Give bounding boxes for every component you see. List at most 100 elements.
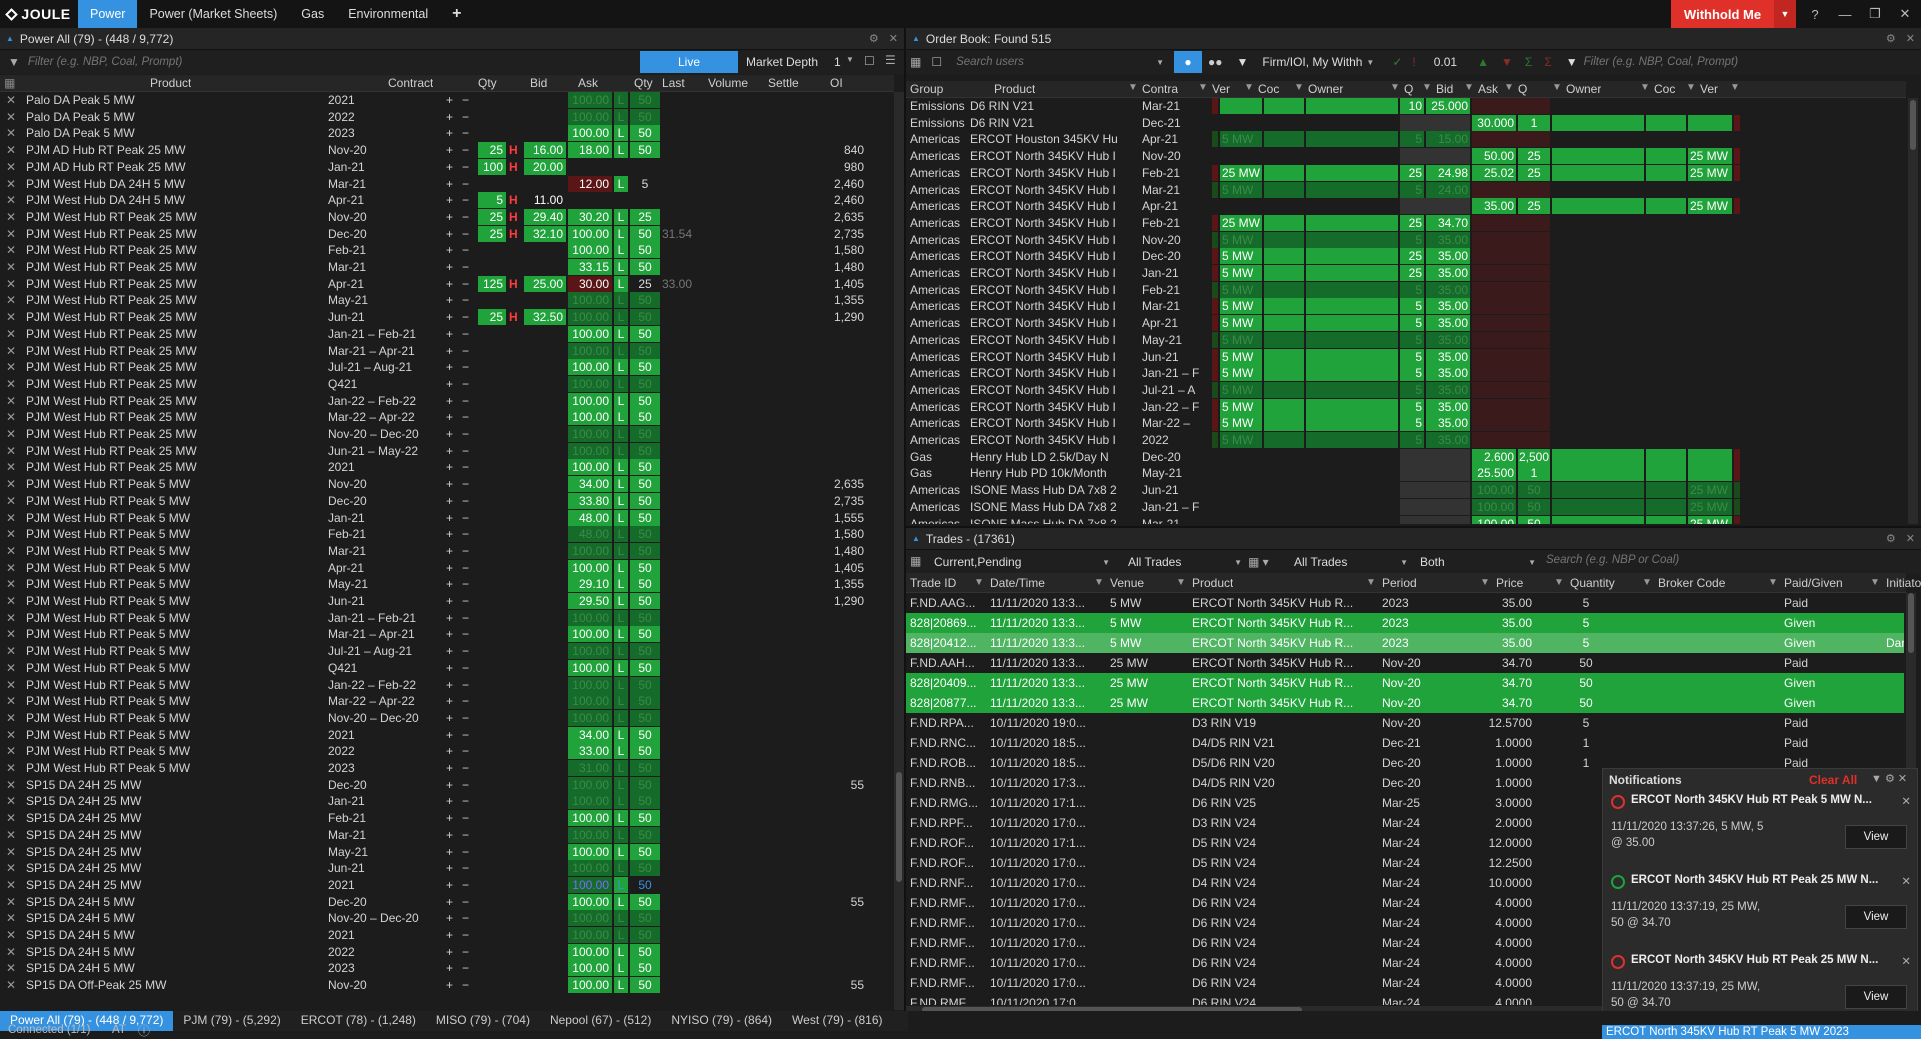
bid-cell[interactable] xyxy=(524,727,566,743)
bid-qty-cell[interactable] xyxy=(478,610,506,626)
plus-icon[interactable]: + xyxy=(446,593,453,609)
bid-qty-cell[interactable] xyxy=(478,877,506,893)
ob-header-q[interactable]: Q xyxy=(1518,82,1527,96)
bid-qty-cell[interactable] xyxy=(478,777,506,793)
close-icon[interactable]: ✕ xyxy=(1898,773,1907,785)
order-row[interactable]: Americas ERCOT North 345KV Hub I Jul-21 – … xyxy=(906,381,1906,399)
ask-price-cell[interactable]: 100.00 xyxy=(1472,498,1516,515)
group-icon[interactable]: ●● xyxy=(1208,55,1223,69)
ask-qty-cell[interactable]: 50 xyxy=(630,776,660,793)
close-window-icon[interactable]: ✕ xyxy=(1890,0,1920,28)
bid-qty-cell[interactable] xyxy=(478,109,506,125)
clear-all-button[interactable]: Clear All xyxy=(1809,773,1857,787)
bid-cell[interactable] xyxy=(524,777,566,793)
minus-icon[interactable]: − xyxy=(462,176,469,192)
trades-search-input[interactable] xyxy=(1546,554,1846,566)
remove-row-icon[interactable]: ✕ xyxy=(6,459,18,475)
bid-price-cell[interactable]: 35.00 xyxy=(1426,248,1470,265)
ask-qty-cell[interactable]: 50 xyxy=(630,542,660,559)
ask-qty-cell[interactable]: 50 xyxy=(630,342,660,359)
bid-qty-cell[interactable] xyxy=(478,560,506,576)
ask-qty-cell[interactable]: 50 xyxy=(630,392,660,409)
bid-price-cell[interactable]: 35.00 xyxy=(1426,415,1470,432)
withhold-dropdown-icon[interactable]: ▼ xyxy=(1774,0,1796,28)
plus-icon[interactable]: + xyxy=(446,92,453,108)
ask-cell[interactable]: 34.00 xyxy=(568,476,612,493)
grid-icon[interactable]: ▦ xyxy=(910,55,921,69)
bid-cell[interactable] xyxy=(524,543,566,559)
bid-qty-cell[interactable] xyxy=(478,393,506,409)
filter-input[interactable] xyxy=(27,56,628,68)
plus-icon[interactable]: + xyxy=(446,576,453,592)
ask-cell[interactable]: 100.00 xyxy=(568,860,612,877)
bid-cell[interactable] xyxy=(524,610,566,626)
ask-cell[interactable]: 100.00 xyxy=(568,960,612,977)
plus-icon[interactable]: + xyxy=(446,643,453,659)
table-row[interactable]: ✕ SP15 DA 24H 5 MW Dec-20 + − 100.00 L 50 55 xyxy=(0,893,894,911)
ask-cell[interactable]: 100.00 xyxy=(568,342,612,359)
remove-row-icon[interactable]: ✕ xyxy=(6,910,18,926)
ask-qty-cell[interactable]: 50 xyxy=(630,292,660,309)
bid-cell[interactable] xyxy=(524,844,566,860)
bottom-tab[interactable]: MISO (79) - (704) xyxy=(426,1011,540,1031)
bid-cell[interactable] xyxy=(524,660,566,676)
remove-row-icon[interactable]: ✕ xyxy=(6,610,18,626)
bid-cell[interactable] xyxy=(524,960,566,976)
remove-row-icon[interactable]: ✕ xyxy=(6,877,18,893)
order-row[interactable]: Gas Henry Hub PD 10k/Month May-21 25.500 1 xyxy=(906,465,1906,482)
minus-icon[interactable]: − xyxy=(462,493,469,509)
bottom-tab[interactable]: PJM (79) - (5,292) xyxy=(173,1011,290,1031)
bid-qty-cell[interactable] xyxy=(478,125,506,141)
bid-price-cell[interactable]: 35.00 xyxy=(1426,331,1470,348)
table-row[interactable]: ✕ PJM West Hub RT Peak 25 MW Jan-21 – Feb-… xyxy=(0,325,894,343)
add-tab-button[interactable]: + xyxy=(440,0,473,28)
comment-icon[interactable]: ☐ xyxy=(864,54,875,68)
table-row[interactable]: ✕ SP15 DA 24H 25 MW Dec-20 + − 100.00 L 50 55 xyxy=(0,776,894,794)
minus-icon[interactable]: − xyxy=(462,810,469,826)
trade-row[interactable]: 828|20869... 11/11/2020 13:3... 5 MW ERCOT … xyxy=(906,613,1904,633)
column-filter-icon[interactable]: ▼ xyxy=(974,577,984,588)
ob-scrollbar[interactable] xyxy=(1908,98,1918,524)
header-product[interactable]: Product xyxy=(150,76,191,90)
column-filter-icon[interactable]: ▼ xyxy=(1686,82,1696,93)
bid-cell[interactable] xyxy=(524,860,566,876)
bid-qty-cell[interactable]: 125 xyxy=(478,275,506,292)
plus-icon[interactable]: + xyxy=(446,543,453,559)
plus-icon[interactable]: + xyxy=(446,944,453,960)
table-row[interactable]: ✕ PJM West Hub RT Peak 5 MW Nov-20 – Dec-2… xyxy=(0,709,894,727)
remove-row-icon[interactable]: ✕ xyxy=(6,660,18,676)
bid-cell[interactable] xyxy=(524,443,566,459)
remove-row-icon[interactable]: ✕ xyxy=(6,793,18,809)
table-row[interactable]: ✕ PJM West Hub RT Peak 25 MW Jun-21 – May-… xyxy=(0,442,894,460)
ask-cell[interactable]: 100.00 xyxy=(568,609,612,626)
bid-qty-cell[interactable] xyxy=(478,493,506,509)
ask-price-cell[interactable]: 25.500 xyxy=(1472,465,1516,482)
remove-row-icon[interactable]: ✕ xyxy=(6,142,18,158)
table-row[interactable]: ✕ PJM West Hub RT Peak 25 MW Jun-21 + −25 H 32… xyxy=(0,309,894,326)
bid-price-cell[interactable]: 35.00 xyxy=(1426,398,1470,415)
table-row[interactable]: ✕ SP15 DA 24H 5 MW 2023 + − 100.00 L 50 xyxy=(0,960,894,977)
remove-row-icon[interactable]: ✕ xyxy=(6,844,18,860)
table-row[interactable]: ✕ PJM West Hub RT Peak 25 MW Dec-20 + −25 H 32… xyxy=(0,225,894,243)
plus-icon[interactable]: + xyxy=(446,860,453,876)
minus-icon[interactable]: − xyxy=(462,259,469,275)
bid-price-cell[interactable]: 25.000 xyxy=(1426,98,1470,114)
tab-environmental[interactable]: Environmental xyxy=(336,0,440,28)
bid-price-cell[interactable]: 15.00 xyxy=(1426,131,1470,148)
order-row[interactable]: Americas ERCOT North 345KV Hub I Jan-21 5 M… xyxy=(906,265,1906,282)
ask-qty-cell[interactable]: 25 xyxy=(1518,164,1550,181)
minus-icon[interactable]: − xyxy=(462,409,469,425)
dismiss-icon[interactable]: ✕ xyxy=(1901,874,1911,888)
bid-cell[interactable] xyxy=(524,894,566,910)
ask-cell[interactable]: 100.00 xyxy=(568,92,612,108)
bid-qty-cell[interactable] xyxy=(478,476,506,492)
table-row[interactable]: ✕ PJM West Hub RT Peak 5 MW 2021 + − 34.00 L 50 xyxy=(0,726,894,744)
header-bid[interactable]: Bid xyxy=(530,76,547,90)
order-row[interactable]: Americas ISONE Mass Hub DA 7x8 2 Jan-21 – … xyxy=(906,498,1906,516)
table-row[interactable]: ✕ Palo DA Peak 5 MW 2022 + − 100.00 L 50 xyxy=(0,108,894,126)
bid-qty-cell[interactable]: 5 xyxy=(1400,381,1424,398)
bid-qty-cell[interactable] xyxy=(478,242,506,258)
bid-qty-cell[interactable]: 5 xyxy=(1400,365,1424,382)
remove-row-icon[interactable]: ✕ xyxy=(6,827,18,843)
plus-icon[interactable]: + xyxy=(446,109,453,125)
